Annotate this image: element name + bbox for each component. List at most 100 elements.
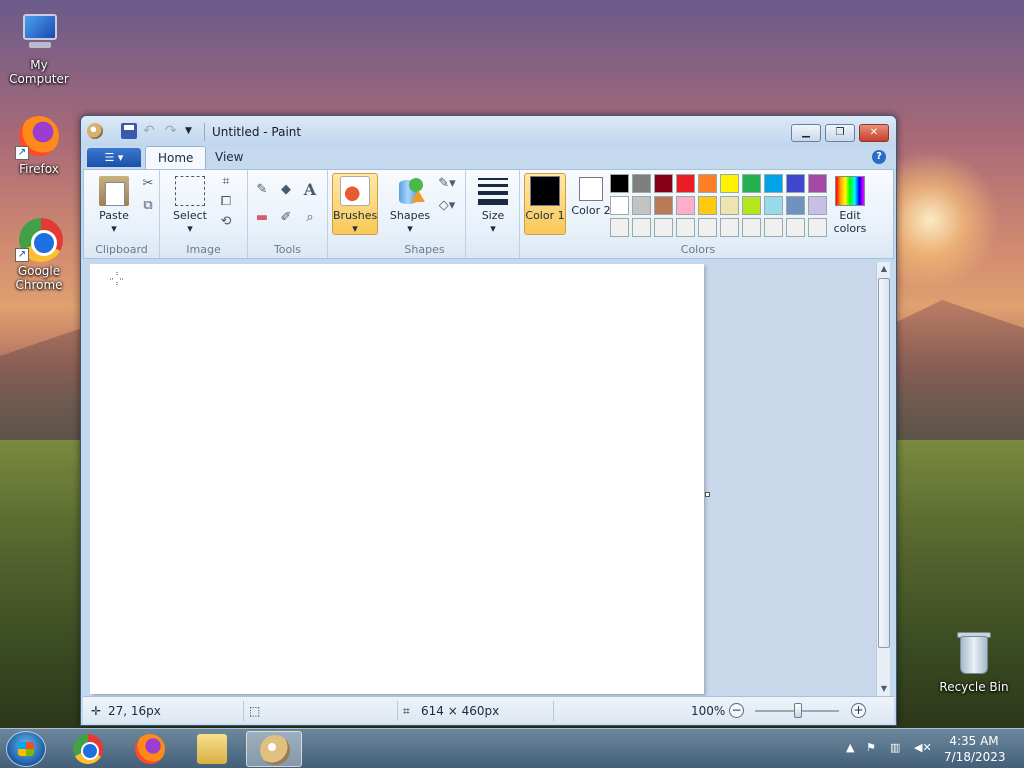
palette-swatch[interactable]: [720, 196, 739, 215]
rotate-icon[interactable]: ⟲: [218, 214, 234, 230]
taskbar-file-explorer[interactable]: [184, 731, 240, 767]
minimize-button[interactable]: ▁: [791, 124, 821, 142]
colors-group: Color 1 Color 2 Edit colors Colors: [520, 170, 876, 258]
custom-color-slot[interactable]: [786, 218, 805, 237]
paint-window: ↶ ↷ ▼ Untitled - Paint ▁ ❐ ✕ ☰ ▾ Home Vi…: [80, 115, 897, 726]
palette-swatch[interactable]: [654, 196, 673, 215]
paint-menu-button[interactable]: ☰ ▾: [87, 148, 141, 167]
palette-swatch[interactable]: [698, 196, 717, 215]
tab-home[interactable]: Home: [145, 146, 207, 169]
custom-color-slot[interactable]: [720, 218, 739, 237]
palette-swatch[interactable]: [742, 196, 761, 215]
eraser-icon[interactable]: ▬: [254, 210, 270, 226]
cut-icon[interactable]: ✂: [140, 176, 156, 192]
select-button[interactable]: Select ▾: [170, 176, 210, 235]
clipboard-group: Paste ▾ ✂ ⧉ Clipboard: [84, 170, 160, 258]
undo-icon[interactable]: ↶: [143, 123, 159, 139]
vertical-scrollbar[interactable]: ▲ ▼: [876, 262, 890, 696]
image-group: Select ▾ ⌗ ⧠ ⟲ Image: [160, 170, 248, 258]
action-center-icon[interactable]: ⚑: [866, 741, 876, 754]
palette-swatch[interactable]: [786, 196, 805, 215]
scroll-up-icon[interactable]: ▲: [877, 262, 891, 276]
palette-swatch[interactable]: [742, 174, 761, 193]
network-icon[interactable]: ▥: [890, 741, 900, 754]
palette-swatch[interactable]: [632, 196, 651, 215]
custom-color-slot[interactable]: [742, 218, 761, 237]
desktop-icon-firefox[interactable]: ↗ Firefox: [1, 112, 77, 176]
palette-swatch[interactable]: [698, 174, 717, 193]
custom-color-slot[interactable]: [632, 218, 651, 237]
edit-colors-button[interactable]: Edit colors: [830, 176, 870, 235]
resize-icon[interactable]: ⧠: [218, 194, 234, 210]
fill-bucket-icon[interactable]: ◆: [278, 182, 294, 198]
custom-color-slot[interactable]: [654, 218, 673, 237]
paste-button[interactable]: Paste ▾: [92, 176, 136, 235]
close-button[interactable]: ✕: [859, 124, 889, 142]
start-button[interactable]: [6, 731, 46, 767]
paste-icon: [99, 176, 129, 206]
desktop-icon-my-computer[interactable]: My Computer: [1, 8, 77, 86]
select-icon: [175, 176, 205, 206]
palette-swatch[interactable]: [764, 174, 783, 193]
palette-swatch[interactable]: [720, 174, 739, 193]
resize-handle-right[interactable]: [705, 492, 710, 497]
palette-swatch[interactable]: [676, 174, 695, 193]
desktop-icon-google-chrome[interactable]: ↗ Google Chrome: [1, 214, 77, 292]
taskbar-paint[interactable]: [246, 731, 302, 767]
customize-quick-access-icon[interactable]: ▼: [185, 123, 201, 139]
crop-icon[interactable]: ⌗: [218, 174, 234, 190]
fill-icon[interactable]: ◇▾: [434, 198, 460, 214]
zoom-out-button[interactable]: −: [729, 703, 744, 718]
text-icon[interactable]: A: [302, 182, 318, 198]
custom-color-slot[interactable]: [808, 218, 827, 237]
clock-time: 4:35 AM: [949, 734, 999, 748]
color1-button[interactable]: Color 1: [524, 173, 566, 235]
paint-app-icon[interactable]: [87, 123, 103, 139]
firefox-icon: ↗: [15, 112, 63, 160]
palette-swatch[interactable]: [654, 174, 673, 193]
custom-color-slot[interactable]: [610, 218, 629, 237]
title-bar[interactable]: ↶ ↷ ▼ Untitled - Paint ▁ ❐ ✕: [81, 116, 896, 146]
tools-group-label: Tools: [273, 243, 302, 256]
scrollbar-thumb[interactable]: [878, 278, 890, 648]
palette-swatch[interactable]: [808, 196, 827, 215]
desktop-icon-recycle-bin[interactable]: Recycle Bin: [936, 630, 1012, 694]
color-picker-icon[interactable]: ✐: [278, 210, 294, 226]
palette-swatch[interactable]: [610, 174, 629, 193]
palette-swatch[interactable]: [676, 196, 695, 215]
clock[interactable]: 4:35 AM 7/18/2023: [944, 733, 1006, 765]
magnifier-icon[interactable]: ⌕: [302, 210, 318, 226]
taskbar-firefox[interactable]: [122, 731, 178, 767]
shapes-button[interactable]: Shapes ▾: [388, 176, 432, 235]
size-button[interactable]: Size ▾: [474, 176, 512, 235]
color2-button[interactable]: Color 2: [570, 175, 612, 217]
custom-color-slot[interactable]: [676, 218, 695, 237]
shapes-icon: [395, 176, 425, 206]
pencil-icon[interactable]: ✎: [254, 182, 270, 198]
show-hidden-icons-icon[interactable]: ▲: [846, 741, 854, 754]
volume-muted-icon[interactable]: ◀✕: [914, 741, 932, 754]
palette-swatch[interactable]: [632, 174, 651, 193]
brushes-button[interactable]: Brushes ▾: [332, 173, 378, 235]
redo-icon[interactable]: ↷: [165, 123, 181, 139]
clipboard-group-label: Clipboard: [95, 243, 148, 256]
palette-swatch[interactable]: [610, 196, 629, 215]
maximize-button[interactable]: ❐: [825, 124, 855, 142]
palette-swatch[interactable]: [786, 174, 805, 193]
tab-view[interactable]: View: [203, 146, 255, 169]
zoom-in-button[interactable]: +: [851, 703, 866, 718]
canvas-size-icon: ⌗: [403, 704, 410, 718]
copy-icon[interactable]: ⧉: [140, 198, 156, 214]
outline-icon[interactable]: ✎▾: [434, 176, 460, 192]
custom-color-slot[interactable]: [764, 218, 783, 237]
scroll-down-icon[interactable]: ▼: [877, 682, 891, 696]
taskbar-chrome[interactable]: [60, 731, 116, 767]
zoom-slider-thumb[interactable]: [794, 703, 802, 718]
palette-swatch[interactable]: [808, 174, 827, 193]
custom-color-slot[interactable]: [698, 218, 717, 237]
divider: [553, 701, 554, 721]
palette-swatch[interactable]: [764, 196, 783, 215]
help-icon[interactable]: ?: [872, 150, 886, 164]
save-icon[interactable]: [121, 123, 137, 139]
drawing-canvas[interactable]: [90, 264, 704, 694]
